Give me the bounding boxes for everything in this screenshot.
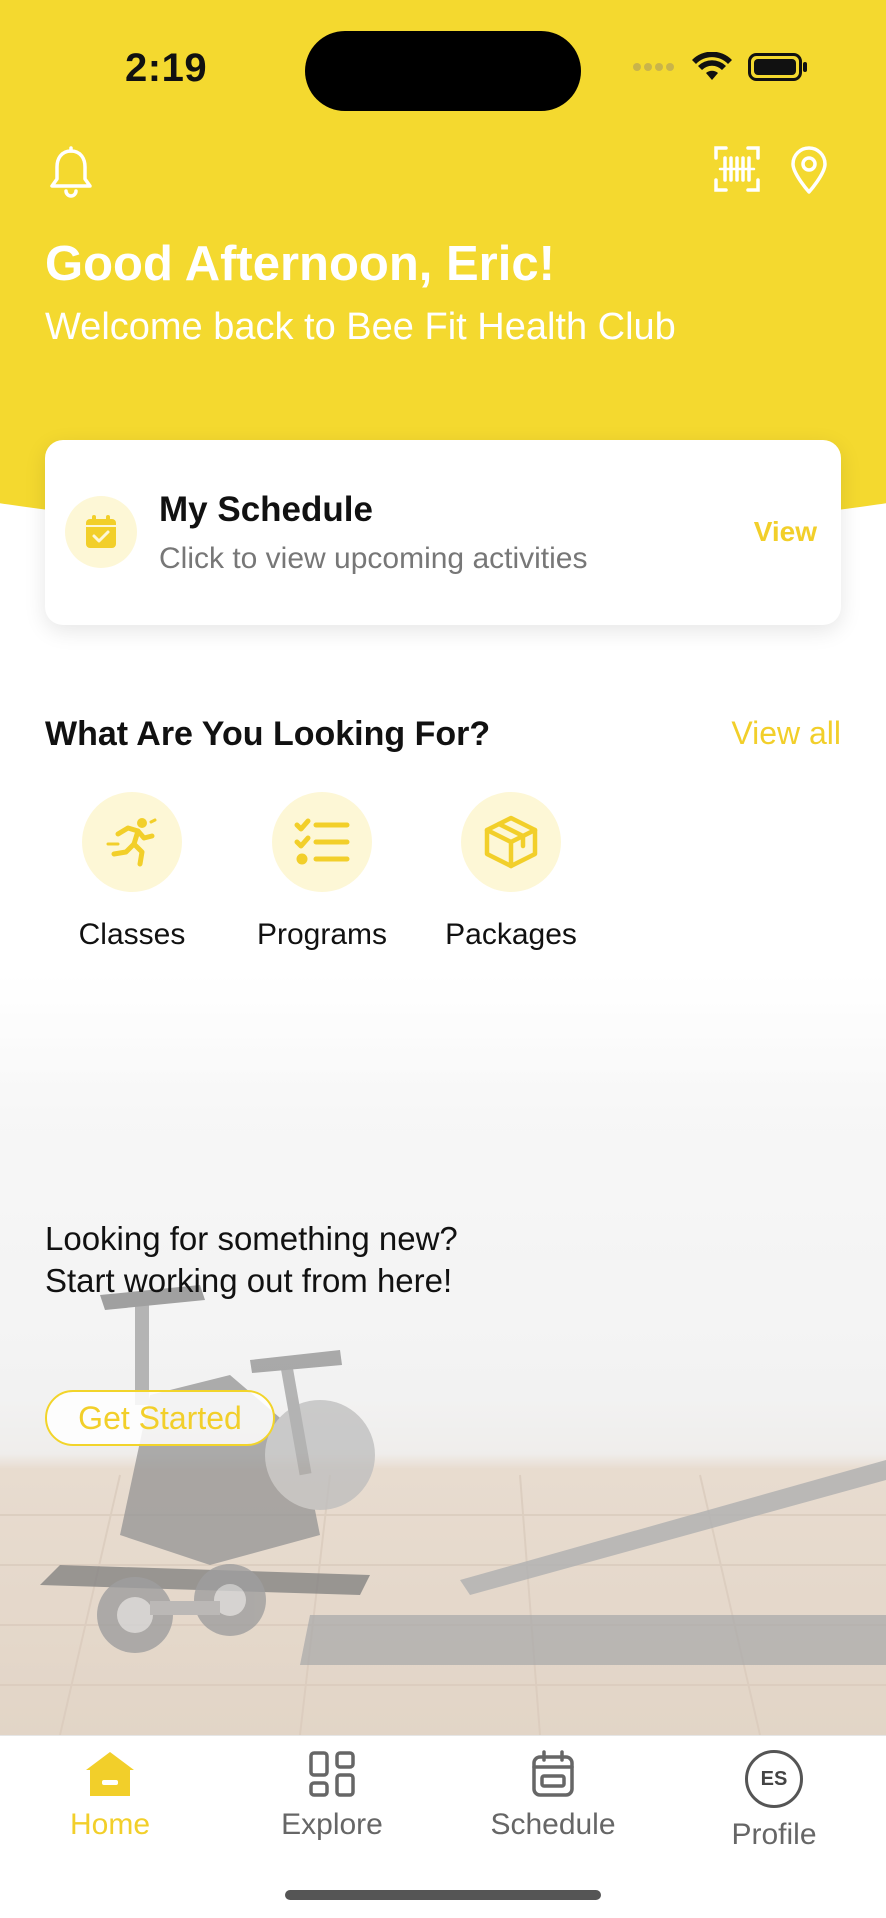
view-all-link[interactable]: View all [731,715,841,752]
schedule-title: My Schedule [159,490,373,529]
schedule-subtitle: Click to view upcoming activities [159,542,588,575]
cellular-signal-icon [633,63,674,71]
schedule-view-link[interactable]: View [754,516,817,548]
tab-label: Profile [731,1818,817,1851]
promo-line-2: Start working out from here! [45,1262,453,1299]
category-label: Packages [445,918,577,951]
welcome-text: Welcome back to Bee Fit Health Club [45,306,676,348]
promo-line-1: Looking for something new? [45,1220,458,1257]
tab-label: Explore [281,1808,383,1841]
checklist-icon [294,818,350,865]
home-screen: 2:19 Good Afternoon, Eric! Welcome back … [0,0,886,1918]
greeting: Good Afternoon, Eric! [45,237,555,291]
category-icon-badge [461,792,561,892]
location-pin-icon[interactable] [790,146,828,199]
category-programs[interactable]: Programs [242,792,402,952]
status-time: 2:19 [125,46,208,90]
dynamic-island [305,31,581,111]
tab-label: Home [69,1808,151,1841]
wifi-icon [692,52,732,80]
category-packages[interactable]: Packages [431,792,591,952]
category-label: Programs [256,918,388,951]
home-indicator[interactable] [285,1890,601,1900]
gym-illustration [0,975,886,1735]
my-schedule-card[interactable]: My Schedule Click to view upcoming activ… [45,440,841,625]
avatar: ES [745,1750,803,1808]
category-classes[interactable]: Classes [52,792,212,952]
box-icon [484,815,538,869]
bell-icon[interactable] [48,146,94,203]
status-icons [632,52,808,82]
running-person-icon [106,818,157,867]
schedule-icon-badge [65,496,137,568]
barcode-scan-icon[interactable] [714,146,760,197]
category-icon-badge [82,792,182,892]
tab-schedule[interactable]: Schedule [463,1750,643,1842]
home-icon [86,1752,134,1796]
grid-icon [309,1751,355,1797]
calendar-icon [532,1750,574,1797]
tab-label: Schedule [490,1808,616,1841]
battery-icon [748,53,807,81]
get-started-button[interactable]: Get Started [45,1390,275,1446]
tab-profile[interactable]: ES Profile [684,1750,864,1852]
calendar-check-icon [86,515,116,548]
category-label: Classes [78,918,186,951]
tab-home[interactable]: Home [20,1750,200,1842]
category-icon-badge [272,792,372,892]
promo-banner-image [0,975,886,1735]
tab-explore[interactable]: Explore [242,1750,422,1842]
section-title: What Are You Looking For? [45,715,491,753]
